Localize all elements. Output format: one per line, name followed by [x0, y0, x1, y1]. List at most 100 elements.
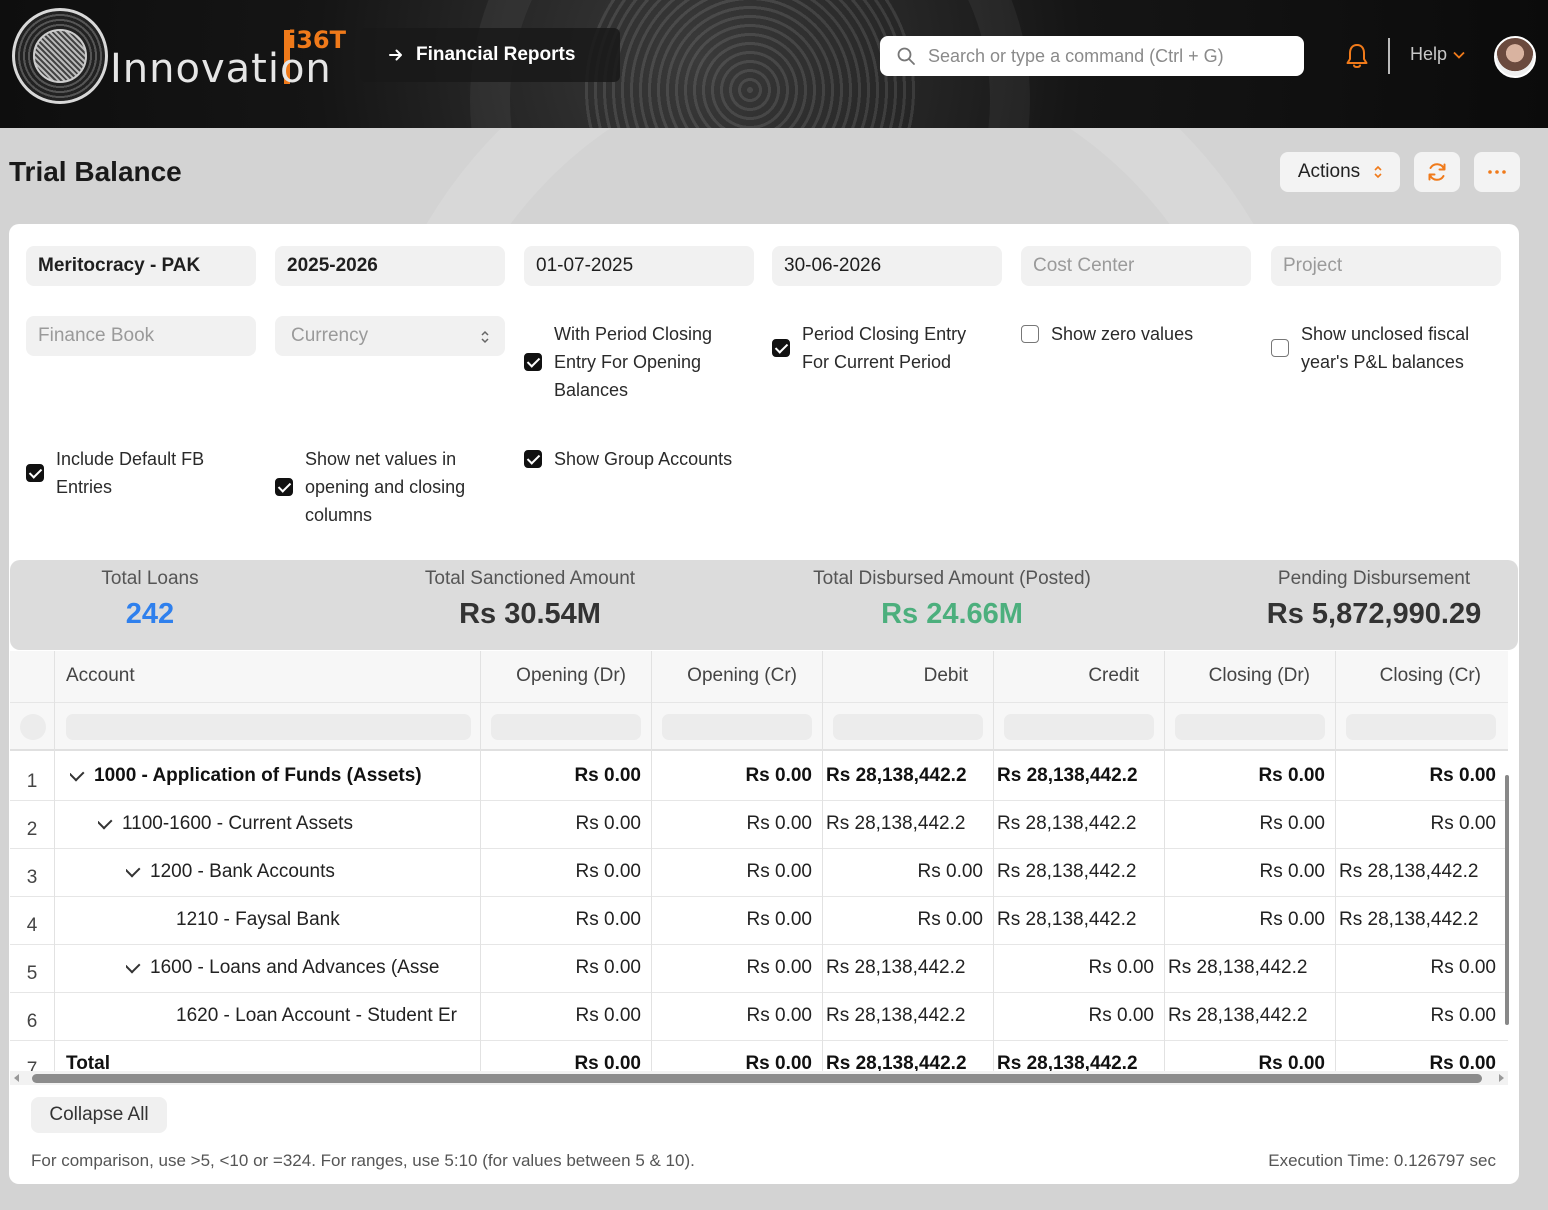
navbar-pattern [580, 0, 920, 128]
logo-wordmark[interactable]: Innovation [110, 46, 332, 92]
amount-cell: Rs 0.00 [1259, 861, 1325, 882]
stat-value: Rs 30.54M [459, 598, 601, 630]
company-field[interactable]: Meritocracy - PAK [26, 246, 256, 286]
stat-label: Total Disbursed Amount (Posted) [813, 568, 1091, 589]
search-input[interactable] [928, 45, 1288, 67]
checkbox-period-closing-opening[interactable]: With Period Closing Entry For Opening Ba… [524, 320, 734, 404]
project-field[interactable]: Project [1271, 246, 1501, 286]
fiscal-year-field[interactable]: 2025-2026 [275, 246, 505, 286]
amount-cell: Rs 0.00 [917, 861, 983, 882]
filter-credit[interactable] [1004, 714, 1154, 740]
checkbox-label: Show net values in opening and closing c… [305, 449, 466, 525]
checkbox-label: Show zero values [1051, 324, 1194, 344]
account-cell[interactable]: Total [66, 1053, 476, 1071]
from-date-field[interactable]: 01-07-2025 [524, 246, 754, 286]
table-row[interactable]: 6 1620 - Loan Account - Student Er Rs 0.00… [10, 993, 1508, 1041]
checkbox-unchecked[interactable] [1021, 325, 1039, 343]
finance-book-field[interactable]: Finance Book [26, 316, 256, 356]
checkbox-label: Period Closing Entry For Current Period [802, 324, 967, 372]
amount-cell: Rs 0.00 [575, 1005, 641, 1026]
checkbox-checked[interactable] [524, 450, 542, 468]
checkbox-checked[interactable] [26, 464, 44, 482]
scroll-left-icon[interactable] [12, 1073, 22, 1083]
filter-debit[interactable] [833, 714, 983, 740]
scroll-right-icon[interactable] [1496, 1073, 1506, 1083]
column-header-opening-dr[interactable]: Opening (Dr) [480, 665, 626, 687]
chevron-down-icon[interactable] [126, 861, 141, 878]
account-name: 1620 - Loan Account - Student Er [176, 1005, 457, 1026]
horizontal-scrollbar-thumb[interactable] [32, 1074, 1482, 1083]
amount-cell: Rs 0.00 [575, 909, 641, 930]
account-cell[interactable]: 1200 - Bank Accounts [126, 861, 476, 883]
to-date-field[interactable]: 30-06-2026 [772, 246, 1002, 286]
table-row[interactable]: 3 1200 - Bank Accounts Rs 0.00 Rs 0.00 Rs 0.… [10, 849, 1508, 897]
logo-seal-icon[interactable] [12, 8, 108, 104]
account-cell[interactable]: 1210 - Faysal Bank [154, 909, 476, 931]
filter-opening-cr[interactable] [662, 714, 812, 740]
amount-cell: Rs 28,138,442.2 [826, 1053, 967, 1071]
search-bar[interactable] [880, 36, 1304, 76]
column-divider [1335, 651, 1336, 1071]
account-name: 1600 - Loans and Advances (Asse [150, 957, 440, 978]
amount-cell: Rs 0.00 [1259, 813, 1325, 834]
account-cell[interactable]: 1100-1600 - Current Assets [98, 813, 476, 835]
help-menu[interactable]: Help [1410, 44, 1465, 65]
checkbox-show-net-values[interactable]: Show net values in opening and closing c… [275, 445, 495, 529]
checkbox-unchecked[interactable] [1271, 339, 1289, 357]
actions-button[interactable]: Actions [1280, 152, 1400, 192]
search-icon [897, 47, 915, 65]
stat-total-sanctioned: Total Sanctioned Amount Rs 30.54M [390, 560, 670, 631]
column-header-account[interactable]: Account [66, 665, 135, 687]
amount-cell: Rs 0.00 [746, 1005, 812, 1026]
account-cell[interactable]: 1000 - Application of Funds (Assets) [70, 765, 476, 787]
filter-rownum[interactable] [20, 714, 46, 740]
more-options-button[interactable] [1474, 152, 1520, 192]
checkbox-show-group-accounts[interactable]: Show Group Accounts [524, 445, 764, 473]
filter-closing-cr[interactable] [1346, 714, 1496, 740]
chevron-down-icon[interactable] [70, 765, 85, 782]
trial-balance-table: Account Opening (Dr) Opening (Cr) Debit … [10, 651, 1508, 1071]
column-header-closing-cr[interactable]: Closing (Cr) [1335, 665, 1481, 687]
checkbox-show-zero-values[interactable]: Show zero values [1021, 320, 1251, 348]
collapse-all-button[interactable]: Collapse All [31, 1097, 167, 1133]
cost-center-field[interactable]: Cost Center [1021, 246, 1251, 286]
column-header-debit[interactable]: Debit [822, 665, 968, 687]
amount-cell: Rs 0.00 [1259, 909, 1325, 930]
checkbox-period-closing-current[interactable]: Period Closing Entry For Current Period [772, 320, 997, 376]
account-cell[interactable]: 1600 - Loans and Advances (Asse [126, 957, 476, 979]
amount-cell: Rs 0.00 [1430, 813, 1496, 834]
amount-cell: Rs 0.00 [575, 957, 641, 978]
breadcrumb-financial-reports[interactable]: Financial Reports [360, 28, 620, 82]
notification-bell-icon[interactable] [1344, 42, 1370, 70]
table-row[interactable]: 1 1000 - Application of Funds (Assets) Rs … [10, 753, 1508, 801]
amount-cell: Rs 28,138,442.2 [1339, 909, 1479, 930]
refresh-button[interactable] [1414, 152, 1460, 192]
column-header-closing-dr[interactable]: Closing (Dr) [1164, 665, 1310, 687]
table-row[interactable]: 5 1600 - Loans and Advances (Asse Rs 0.00 R… [10, 945, 1508, 993]
filter-closing-dr[interactable] [1175, 714, 1325, 740]
amount-cell: Rs 0.00 [745, 1053, 812, 1071]
checkbox-label: Show unclosed fiscal year's P&L balances [1301, 324, 1470, 372]
checkbox-checked[interactable] [275, 478, 293, 496]
amount-cell: Rs 0.00 [574, 1053, 641, 1071]
account-cell[interactable]: 1620 - Loan Account - Student Er [154, 1005, 476, 1027]
checkbox-checked[interactable] [524, 353, 542, 371]
breadcrumb-label: Financial Reports [416, 44, 576, 65]
chevron-down-icon[interactable] [98, 813, 113, 830]
checkbox-unclosed-pl-balances[interactable]: Show unclosed fiscal year's P&L balances [1271, 320, 1503, 376]
checkbox-include-default-fb[interactable]: Include Default FB Entries [26, 445, 236, 501]
column-header-credit[interactable]: Credit [993, 665, 1139, 687]
table-row[interactable]: 2 1100-1600 - Current Assets Rs 0.00 Rs 0.0… [10, 801, 1508, 849]
vertical-scrollbar[interactable] [1505, 775, 1509, 1025]
column-header-opening-cr[interactable]: Opening (Cr) [651, 665, 797, 687]
horizontal-scrollbar[interactable] [10, 1071, 1508, 1085]
table-row[interactable]: 7 Total Rs 0.00 Rs 0.00 Rs 28,138,442.2 Rs 28… [10, 1041, 1508, 1071]
amount-cell: Rs 28,138,442.2 [826, 1005, 966, 1026]
table-row[interactable]: 4 1210 - Faysal Bank Rs 0.00 Rs 0.00 Rs 0.00… [10, 897, 1508, 945]
checkbox-checked[interactable] [772, 339, 790, 357]
currency-select[interactable]: Currency [275, 316, 505, 356]
chevron-down-icon[interactable] [126, 957, 141, 974]
user-avatar[interactable] [1494, 36, 1536, 78]
filter-account[interactable] [66, 714, 471, 740]
filter-opening-dr[interactable] [491, 714, 641, 740]
